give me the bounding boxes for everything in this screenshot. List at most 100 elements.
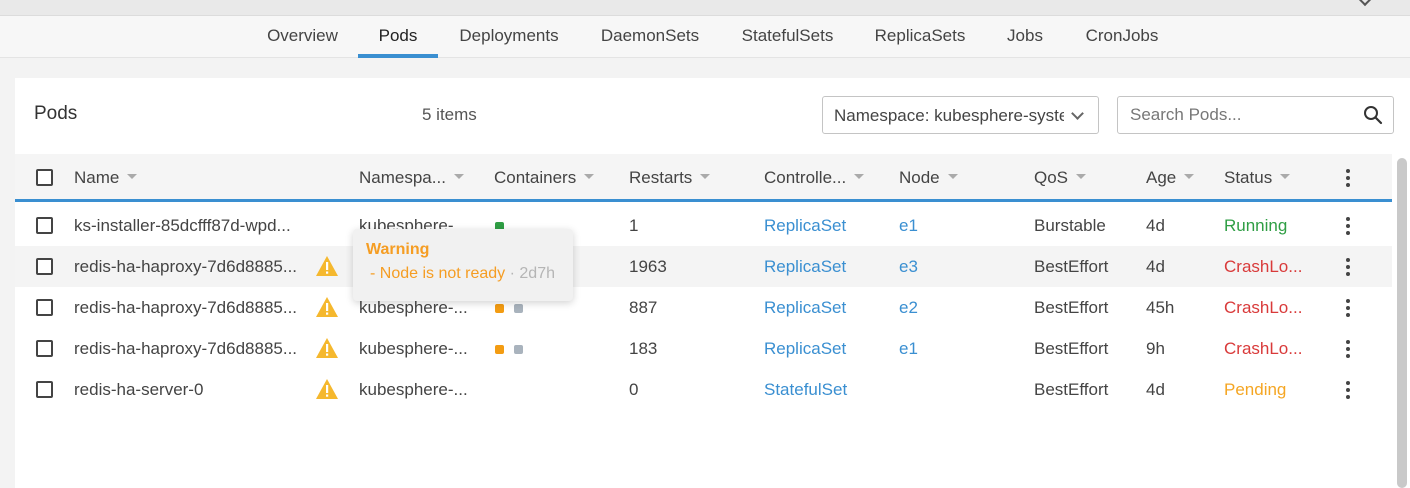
item-count: 5 items <box>422 105 477 124</box>
column-header-status[interactable]: Status <box>1224 168 1291 188</box>
node-link[interactable]: e3 <box>899 257 918 277</box>
tab-pods[interactable]: Pods <box>358 16 438 58</box>
container-status-icon[interactable] <box>514 345 523 354</box>
warning-icon[interactable] <box>315 255 339 282</box>
table-row[interactable]: redis-ha-haproxy-7d6d8885... 1963 ReplicaS… <box>15 246 1392 287</box>
column-header-containers[interactable]: Containers <box>494 168 595 188</box>
age-cell: 9h <box>1146 339 1165 358</box>
tooltip-title: Warning <box>366 241 430 258</box>
row-checkbox[interactable] <box>36 340 53 357</box>
container-status-icon[interactable] <box>495 304 504 313</box>
table-row[interactable]: redis-ha-server-0 kubesphere-... 0 Stateful… <box>15 369 1392 410</box>
column-header-name[interactable]: Name <box>74 168 138 188</box>
sort-icon <box>947 174 958 180</box>
pod-name-link[interactable]: redis-ha-server-0 <box>74 380 203 400</box>
search-box[interactable] <box>1117 96 1394 134</box>
resource-tabs: Overview Pods Deployments DaemonSets Sta… <box>0 16 1410 58</box>
tab-deployments[interactable]: Deployments <box>448 16 570 58</box>
row-actions-icon[interactable] <box>1346 217 1350 235</box>
sort-icon <box>1184 174 1195 180</box>
row-checkbox[interactable] <box>36 258 53 275</box>
scrollbar[interactable] <box>1397 158 1407 488</box>
row-checkbox[interactable] <box>36 299 53 316</box>
sort-icon <box>700 174 711 180</box>
table-row[interactable]: redis-ha-haproxy-7d6d8885... kubesphere-.… <box>15 287 1392 328</box>
restarts-cell: 0 <box>629 380 639 399</box>
warning-icon[interactable] <box>315 378 339 405</box>
age-cell: 4d <box>1146 257 1165 276</box>
controller-link[interactable]: ReplicaSet <box>764 257 846 277</box>
container-status-icon[interactable] <box>495 345 504 354</box>
tab-statefulsets[interactable]: StatefulSets <box>730 16 845 58</box>
tooltip-message: - Node is not ready · 2d7h <box>370 265 555 282</box>
column-header-namespace[interactable]: Namespa... <box>359 168 464 188</box>
restarts-cell: 1 <box>629 216 639 235</box>
restarts-cell: 183 <box>629 339 658 358</box>
controller-link[interactable]: ReplicaSet <box>764 298 846 318</box>
namespace-select[interactable]: Namespace: kubesphere-system <box>822 96 1099 134</box>
sort-icon <box>127 174 138 180</box>
row-checkbox[interactable] <box>36 217 53 234</box>
namespace-cell: kubesphere-... <box>359 298 468 317</box>
row-actions-icon[interactable] <box>1346 381 1350 399</box>
chevron-down-icon[interactable] <box>1357 0 1373 7</box>
tab-replicasets[interactable]: ReplicaSets <box>864 16 976 58</box>
restarts-cell: 1963 <box>629 257 667 276</box>
tooltip-time: 2d7h <box>519 265 555 282</box>
tab-jobs[interactable]: Jobs <box>996 16 1054 58</box>
chevron-down-icon <box>1071 107 1084 120</box>
qos-cell: Burstable <box>1034 216 1106 235</box>
sort-icon <box>584 174 595 180</box>
search-icon[interactable] <box>1363 105 1383 130</box>
row-actions-icon[interactable] <box>1346 299 1350 317</box>
pod-name-link[interactable]: redis-ha-haproxy-7d6d8885... <box>74 339 297 359</box>
controller-link[interactable]: ReplicaSet <box>764 216 846 236</box>
pod-name-link[interactable]: redis-ha-haproxy-7d6d8885... <box>74 298 297 318</box>
namespace-select-value: Namespace: kubesphere-system <box>834 106 1064 125</box>
warning-icon[interactable] <box>315 337 339 364</box>
row-actions-icon[interactable] <box>1346 258 1350 276</box>
column-header-node[interactable]: Node <box>899 168 958 188</box>
age-cell: 45h <box>1146 298 1175 317</box>
status-cell: CrashLo... <box>1224 257 1303 276</box>
qos-cell: BestEffort <box>1034 298 1109 317</box>
row-actions-icon[interactable] <box>1346 340 1350 358</box>
column-header-age[interactable]: Age <box>1146 168 1195 188</box>
namespace-cell: kubesphere-... <box>359 380 468 399</box>
tab-overview[interactable]: Overview <box>255 16 350 58</box>
container-status-icon[interactable] <box>514 304 523 313</box>
table-row[interactable]: redis-ha-haproxy-7d6d8885... kubesphere-.… <box>15 328 1392 369</box>
qos-cell: BestEffort <box>1034 380 1109 399</box>
sort-icon <box>854 174 865 180</box>
tab-cronjobs[interactable]: CronJobs <box>1074 16 1170 58</box>
controller-link[interactable]: StatefulSet <box>764 380 847 400</box>
namespace-cell: kubesphere-... <box>359 339 468 358</box>
pod-name-link[interactable]: ks-installer-85dcfff87d-wpd... <box>74 216 291 236</box>
column-header-controller[interactable]: Controlle... <box>764 168 865 188</box>
pod-name-link[interactable]: redis-ha-haproxy-7d6d8885... <box>74 257 297 277</box>
sort-icon <box>1280 174 1291 180</box>
qos-cell: BestEffort <box>1034 339 1109 358</box>
table-row[interactable]: ks-installer-85dcfff87d-wpd... kubesphere… <box>15 205 1392 246</box>
panel-title: Pods <box>34 103 78 124</box>
warning-icon[interactable] <box>315 296 339 323</box>
top-bar <box>0 0 1410 16</box>
qos-cell: BestEffort <box>1034 257 1109 276</box>
node-link[interactable]: e2 <box>899 298 918 318</box>
node-link[interactable]: e1 <box>899 339 918 359</box>
row-checkbox[interactable] <box>36 381 53 398</box>
status-cell: Pending <box>1224 380 1287 399</box>
status-cell: CrashLo... <box>1224 298 1303 317</box>
controller-link[interactable]: ReplicaSet <box>764 339 846 359</box>
tab-daemonsets[interactable]: DaemonSets <box>590 16 710 58</box>
age-cell: 4d <box>1146 380 1165 399</box>
select-all-checkbox[interactable] <box>36 169 53 186</box>
restarts-cell: 887 <box>629 298 658 317</box>
column-header-qos[interactable]: QoS <box>1034 168 1087 188</box>
warning-tooltip: Warning - Node is not ready · 2d7h <box>353 229 573 301</box>
column-settings-icon[interactable] <box>1346 169 1350 187</box>
node-link[interactable]: e1 <box>899 216 918 236</box>
column-header-restarts[interactable]: Restarts <box>629 168 711 188</box>
sort-icon <box>1076 174 1087 180</box>
search-input[interactable] <box>1130 105 1355 125</box>
